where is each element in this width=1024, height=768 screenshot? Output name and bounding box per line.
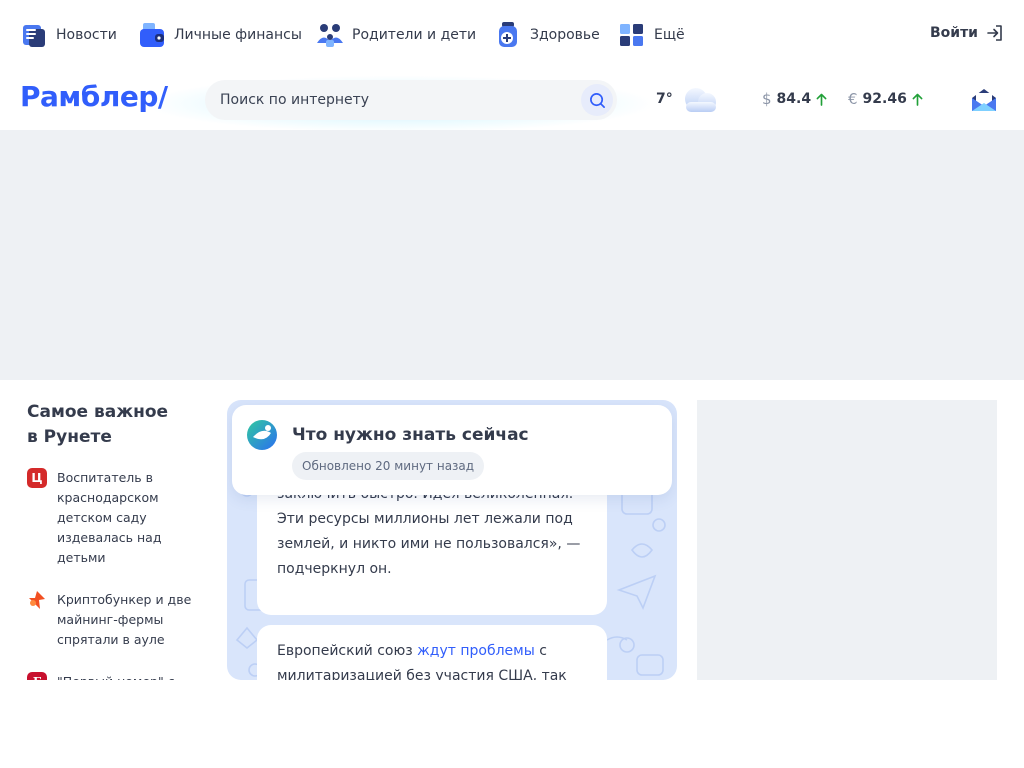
top-news-column: Самое важное в Рунете Ц Воспитатель в кр…	[27, 400, 212, 680]
arrow-up-icon	[816, 93, 827, 106]
source-logo-icon: Ц	[27, 468, 47, 488]
side-ad	[697, 400, 997, 680]
nav-item-news[interactable]: Новости	[20, 20, 117, 50]
top-navigation: Новости Личные финансы Родители и дети З…	[0, 0, 1024, 70]
nav-item-label: Новости	[56, 27, 117, 43]
digest-logo-icon	[247, 420, 277, 450]
header: Рамблер/ 7° $ 84.4	[0, 70, 1024, 132]
arrow-up-icon	[912, 93, 923, 106]
news-item-text: "Первый номер" с Цыгановым получил	[57, 672, 212, 680]
news-item[interactable]: Г "Первый номер" с Цыгановым получил	[27, 672, 212, 680]
nav-item-family[interactable]: Родители и дети	[316, 20, 476, 50]
weather-widget[interactable]: 7°	[656, 82, 721, 116]
login-button[interactable]: Войти	[930, 24, 1004, 42]
nav-item-label: Ещё	[654, 27, 685, 43]
nav-item-health[interactable]: Здоровье	[494, 20, 600, 50]
news-item-text: Криптобункер и две майнинг-фермы спрятал…	[57, 592, 192, 647]
rate-eur[interactable]: € 92.46	[848, 90, 923, 108]
nav-item-label: Здоровье	[530, 27, 600, 43]
nav-item-label: Родители и дети	[352, 27, 477, 43]
login-icon	[987, 25, 1002, 41]
nav-item-finance[interactable]: Личные финансы	[138, 20, 302, 50]
rambler-logo[interactable]: Рамблер/	[20, 80, 168, 113]
search-input[interactable]	[220, 92, 560, 108]
news-item-text: Воспитатель в краснодарском детском саду…	[57, 470, 162, 565]
currency-symbol: €	[848, 90, 858, 108]
grid-icon	[620, 24, 643, 46]
search-icon	[589, 92, 605, 108]
weather-temperature: 7°	[656, 91, 673, 107]
login-label: Войти	[929, 25, 978, 41]
news-item[interactable]: Криптобункер и две майнинг-фермы спрятал…	[27, 590, 212, 650]
ad-banner	[0, 130, 1024, 380]
digest-link[interactable]: ждут проблемы	[417, 643, 535, 659]
updated-badge: Обновлено 20 минут назад	[292, 452, 485, 480]
currency-symbol: $	[762, 90, 772, 108]
wallet-icon	[140, 23, 164, 47]
news-digest-widget: заключить быстро. Идея великолепная. Эти…	[227, 400, 677, 680]
mail-icon[interactable]	[970, 86, 998, 114]
nav-item-more[interactable]: Ещё	[618, 20, 685, 50]
source-logo-icon	[27, 590, 47, 610]
search-button[interactable]	[581, 84, 613, 116]
section-title: Самое важное в Рунете	[27, 402, 169, 447]
digest-message: Европейский союз ждут проблемы с милитар…	[257, 625, 607, 680]
news-item[interactable]: Ц Воспитатель в краснодарском детском са…	[27, 468, 212, 568]
cloud-icon	[684, 88, 716, 112]
rate-value: 92.46	[862, 91, 907, 107]
newspaper-icon	[23, 25, 45, 47]
digest-title: Что нужно знать сейчас	[292, 425, 529, 445]
medicine-icon	[499, 22, 517, 47]
rate-value: 84.4	[776, 91, 812, 107]
rate-usd[interactable]: $ 84.4	[762, 90, 827, 108]
family-icon	[317, 24, 343, 47]
search-bar	[205, 80, 617, 120]
digest-message-text: заключить быстро. Идея великолепная. Эти…	[277, 486, 581, 577]
nav-item-label: Личные финансы	[174, 27, 302, 43]
digest-header-card: Что нужно знать сейчас Обновлено 20 мину…	[232, 405, 672, 495]
source-logo-icon: Г	[27, 672, 47, 680]
